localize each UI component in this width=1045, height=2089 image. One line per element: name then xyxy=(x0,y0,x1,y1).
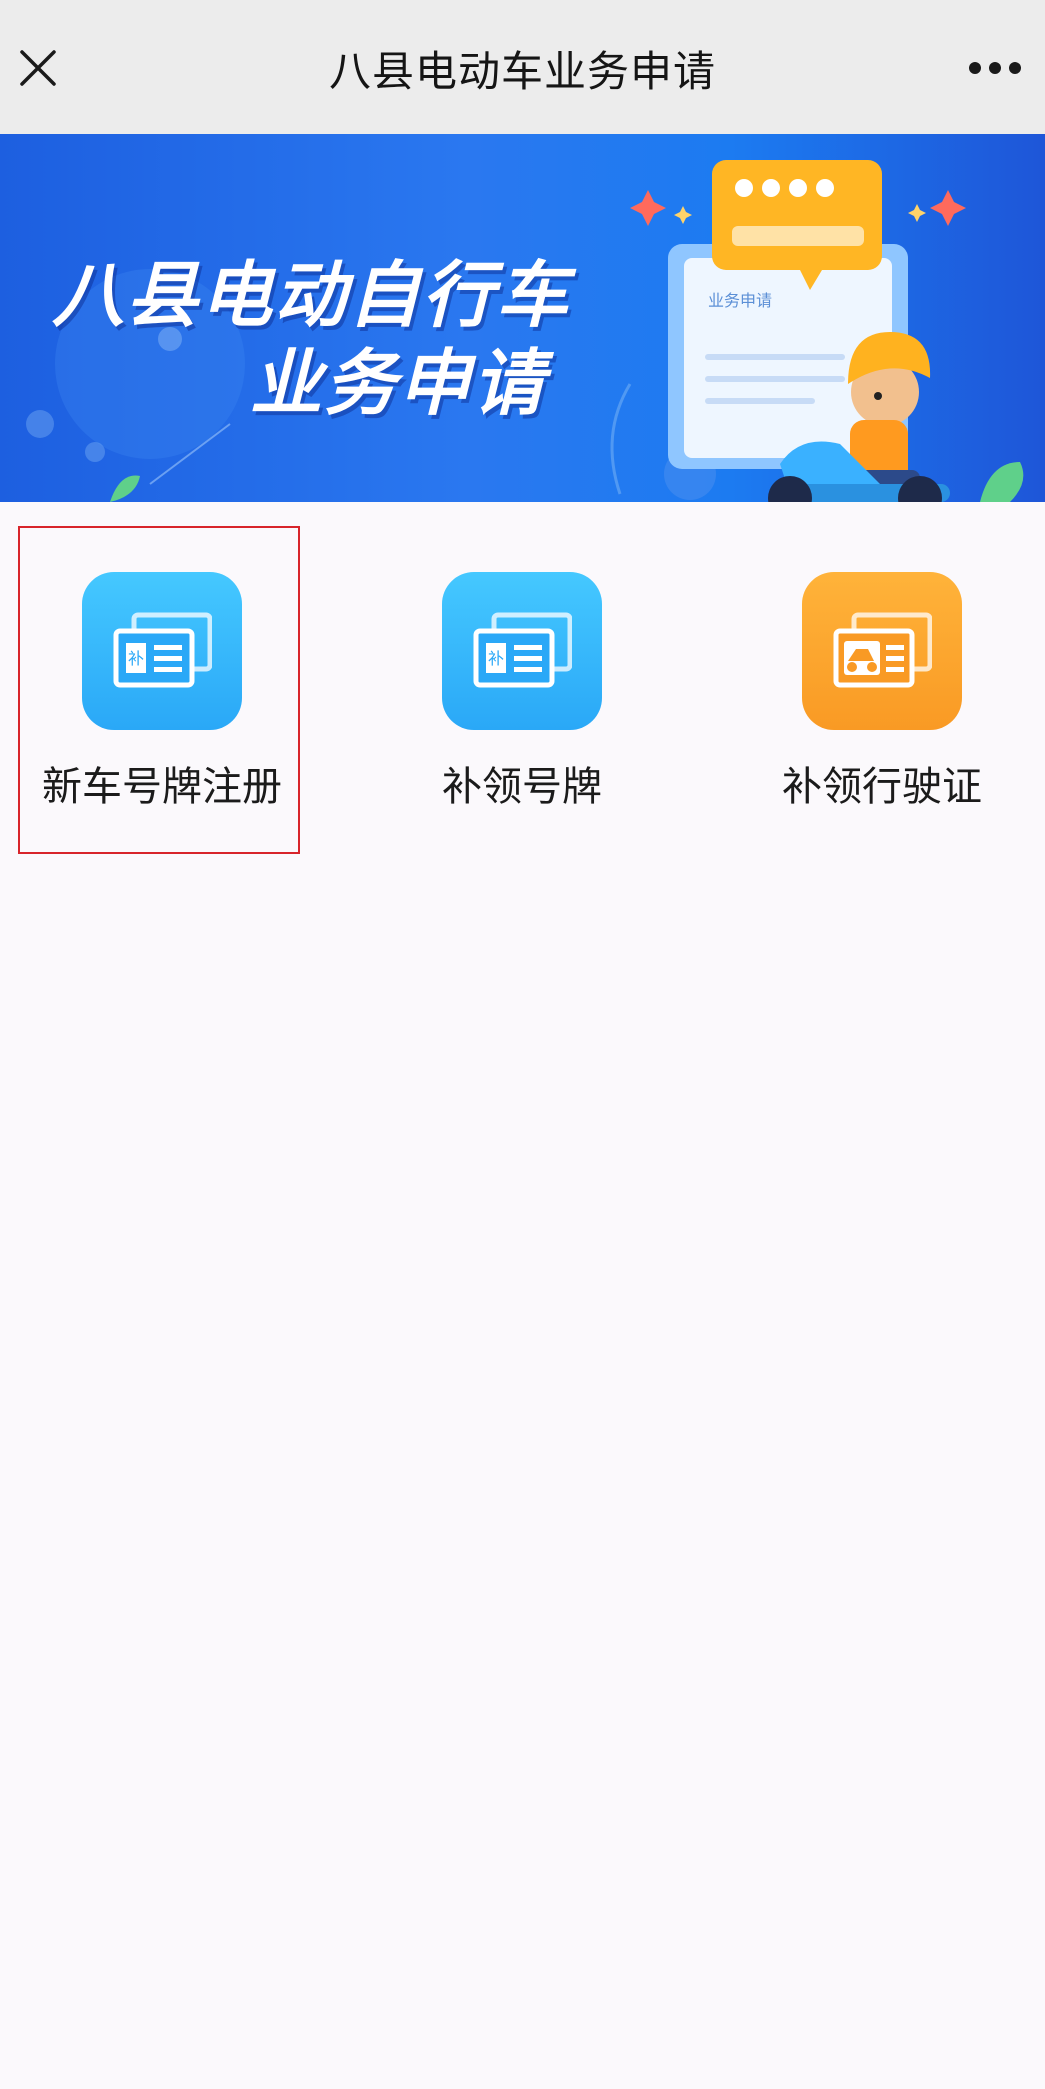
banner: 业务申请 八县电动自行车 业务申请 xyxy=(0,134,1045,502)
plate-card-icon: 补 xyxy=(442,572,602,730)
service-label: 补领行驶证 xyxy=(782,764,982,810)
page-title: 八县电动车业务申请 xyxy=(328,47,716,96)
service-label: 补领号牌 xyxy=(442,764,602,810)
service-grid: 补 新车号牌注册 补 补领号牌 补领行驶证 xyxy=(0,502,1045,822)
service-1-badge: 补 xyxy=(128,649,144,668)
banner-title-line2: 业务申请 xyxy=(250,341,547,425)
service-reissue-license[interactable]: 补领行驶证 xyxy=(732,572,1032,812)
top-bar: 八县电动车业务申请 xyxy=(0,0,1045,134)
banner-card-text: 业务申请 xyxy=(708,291,772,310)
license-card-icon xyxy=(802,572,962,730)
more-button[interactable] xyxy=(959,40,1031,96)
plate-card-icon: 补 xyxy=(82,572,242,730)
service-reissue-plate[interactable]: 补 补领号牌 xyxy=(372,572,672,812)
service-new-plate-registration[interactable]: 补 新车号牌注册 xyxy=(12,572,312,812)
service-label: 新车号牌注册 xyxy=(42,764,282,810)
service-2-badge: 补 xyxy=(488,649,504,668)
more-dots-icon xyxy=(969,62,1021,74)
